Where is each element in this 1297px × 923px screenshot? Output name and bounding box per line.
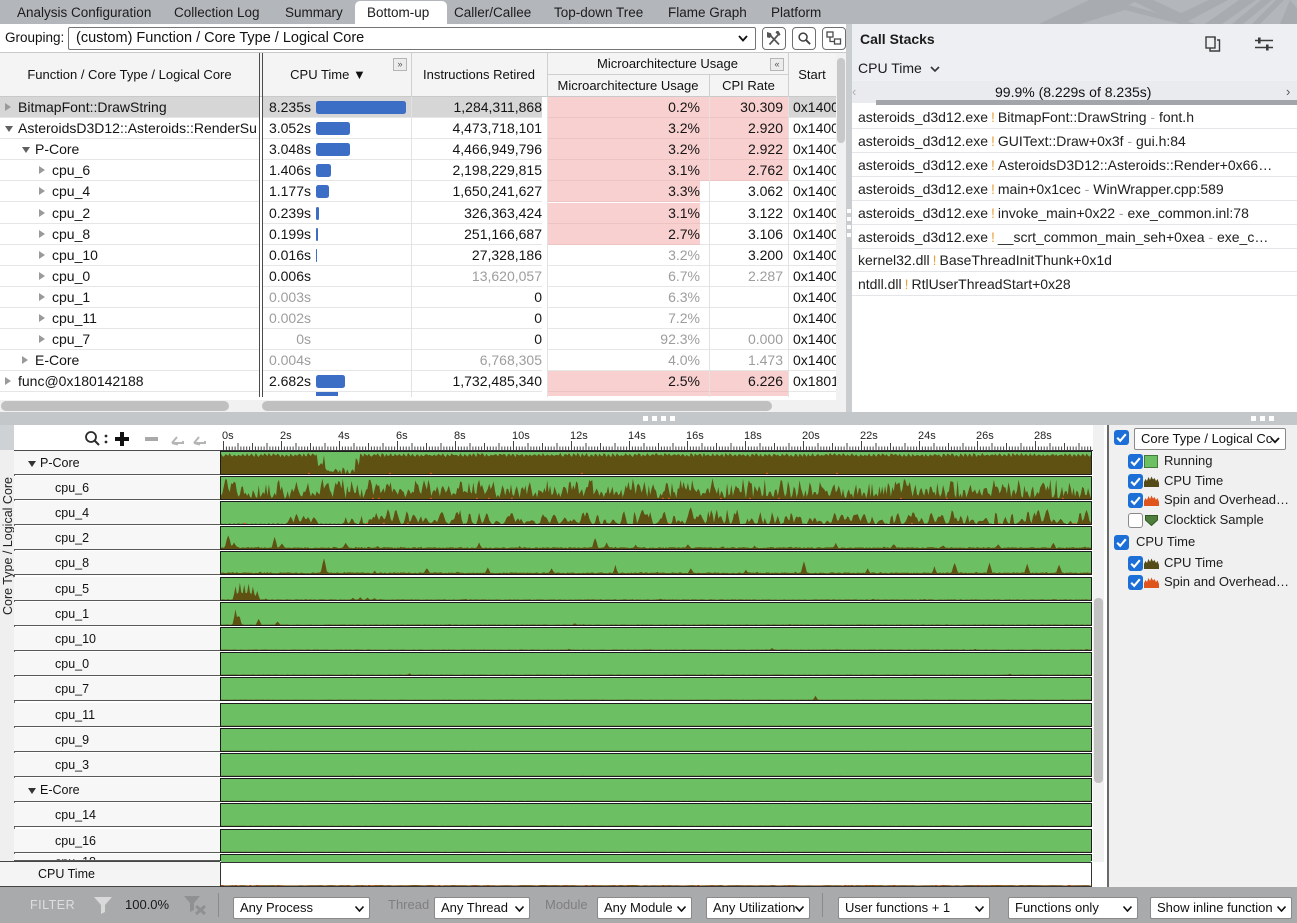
svg-text:26s: 26s: [976, 430, 994, 442]
svg-text:14s: 14s: [628, 430, 646, 442]
svg-text:28s: 28s: [1034, 430, 1052, 442]
svg-text:16s: 16s: [686, 430, 704, 442]
svg-text:20s: 20s: [802, 430, 820, 442]
svg-text:4s: 4s: [338, 430, 350, 442]
svg-text:24s: 24s: [918, 430, 936, 442]
svg-text:2s: 2s: [280, 430, 292, 442]
svg-text:12s: 12s: [570, 430, 588, 442]
svg-text:18s: 18s: [744, 430, 762, 442]
svg-text:10s: 10s: [512, 430, 530, 442]
svg-text:22s: 22s: [860, 430, 878, 442]
svg-text:0s: 0s: [222, 430, 234, 442]
svg-text:6s: 6s: [396, 430, 408, 442]
svg-text:8s: 8s: [454, 430, 466, 442]
